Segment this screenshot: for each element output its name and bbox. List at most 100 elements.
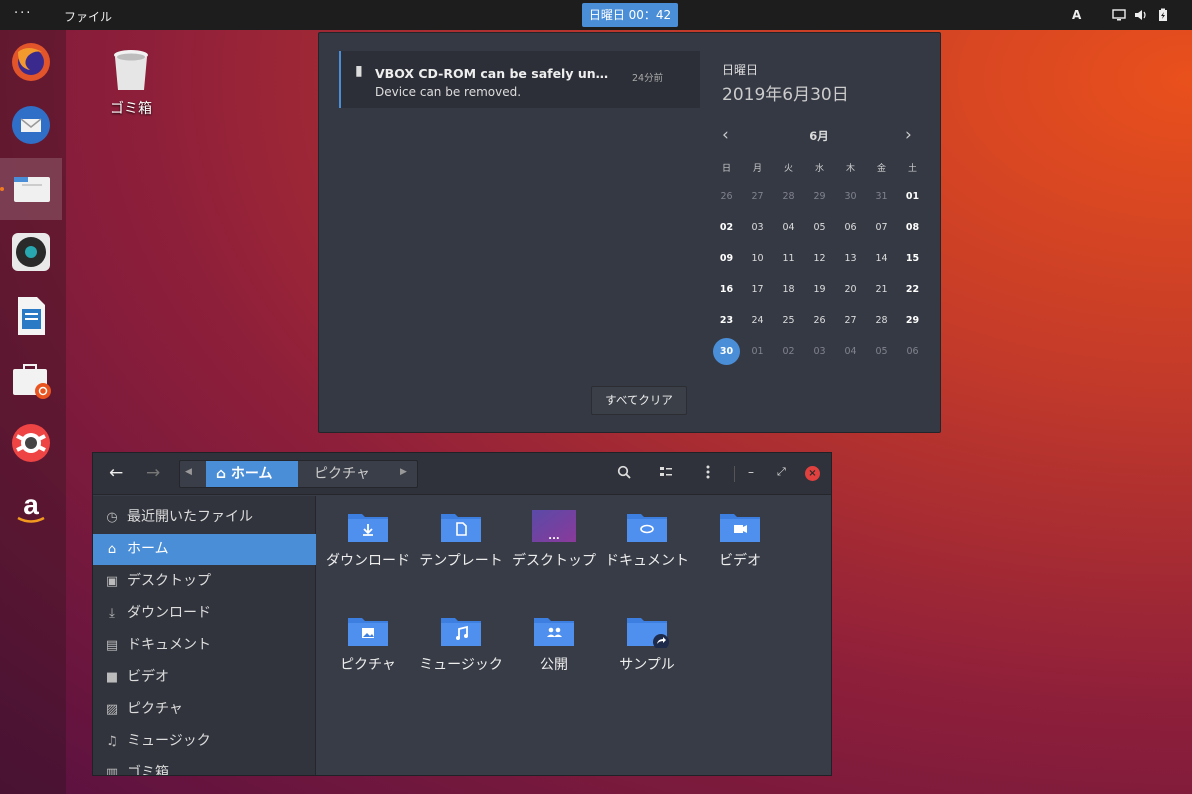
close-button[interactable]: × — [805, 466, 820, 481]
calendar-day[interactable]: 23 — [711, 315, 742, 326]
calendar-day[interactable]: 11 — [773, 253, 804, 264]
calendar-day[interactable]: 07 — [866, 222, 897, 233]
calendar-day-label: 15 — [905, 253, 920, 264]
calendar-day[interactable]: 01 — [897, 191, 928, 202]
calendar-day[interactable]: 05 — [804, 222, 835, 233]
calendar-day[interactable]: 18 — [773, 284, 804, 295]
view-toggle-button[interactable] — [659, 465, 673, 483]
folder-item[interactable]: サンプル — [603, 602, 691, 677]
calendar-day[interactable]: 03 — [804, 346, 835, 357]
forward-button[interactable]: → — [146, 463, 160, 483]
sidebar-item[interactable]: ▣ デスクトップ — [93, 566, 316, 597]
folder-item[interactable]: 公開 — [510, 602, 598, 677]
folder-item[interactable]: ... デスクトップ — [510, 498, 598, 573]
path-scroll-right-icon[interactable]: ▶ — [400, 467, 407, 477]
calendar-day[interactable]: 06 — [835, 222, 866, 233]
minimize-button[interactable]: – — [748, 465, 754, 479]
sidebar-item[interactable]: ◷ 最近開いたファイル — [93, 502, 316, 533]
sidebar-item[interactable]: ⌂ ホーム — [93, 534, 316, 565]
calendar-day[interactable]: 31 — [866, 191, 897, 202]
maximize-button[interactable]: ⤢ — [777, 465, 786, 479]
calendar-day[interactable]: 06 — [897, 346, 928, 357]
folder-item[interactable]: ミュージック — [417, 602, 505, 677]
calendar-day-today[interactable]: 30 — [711, 338, 742, 365]
folder-item[interactable]: ピクチャ — [324, 602, 412, 677]
calendar-day[interactable]: 14 — [866, 253, 897, 264]
calendar-day[interactable]: 28 — [773, 191, 804, 202]
calendar-day[interactable]: 09 — [711, 253, 742, 264]
sidebar-item[interactable]: ■ ビデオ — [93, 662, 316, 693]
calendar-day[interactable]: 27 — [742, 191, 773, 202]
sidebar-item[interactable]: ▥ ゴミ箱 — [93, 758, 316, 775]
dock-rhythmbox[interactable] — [0, 221, 62, 283]
dock-firefox[interactable] — [0, 31, 62, 93]
calendar-day[interactable]: 05 — [866, 346, 897, 357]
activities-button[interactable]: ··· — [14, 6, 32, 21]
previous-month-button[interactable]: ‹ — [722, 125, 729, 145]
search-button[interactable] — [617, 465, 631, 483]
clock-button[interactable]: 日曜日 00：42 — [582, 3, 678, 27]
calendar-day-label: 29 — [905, 315, 920, 326]
app-menu[interactable]: ファイル — [64, 8, 112, 25]
sidebar-item[interactable]: ♫ ミュージック — [93, 726, 316, 757]
calendar-day[interactable]: 24 — [742, 315, 773, 326]
folder-item[interactable]: テンプレート — [417, 498, 505, 573]
dock-writer[interactable] — [0, 285, 62, 347]
next-month-button[interactable]: › — [905, 125, 912, 145]
calendar-day[interactable]: 28 — [866, 315, 897, 326]
menu-button[interactable] — [701, 465, 715, 483]
folder-item[interactable]: ビデオ — [696, 498, 784, 573]
calendar-day[interactable]: 26 — [804, 315, 835, 326]
calendar-day[interactable]: 04 — [773, 222, 804, 233]
calendar-day[interactable]: 03 — [742, 222, 773, 233]
path-segment-pictures[interactable]: ピクチャ — [314, 461, 370, 487]
calendar-day[interactable]: 12 — [804, 253, 835, 264]
calendar-day[interactable]: 26 — [711, 191, 742, 202]
calendar-day[interactable]: 13 — [835, 253, 866, 264]
calendar-day[interactable]: 01 — [742, 346, 773, 357]
calendar-day[interactable]: 20 — [835, 284, 866, 295]
desktop-trash-label: ゴミ箱 — [110, 101, 152, 117]
calendar-day[interactable]: 30 — [835, 191, 866, 202]
calendar-day[interactable]: 22 — [897, 284, 928, 295]
calendar-day[interactable]: 15 — [897, 253, 928, 264]
calendar-day[interactable]: 08 — [897, 222, 928, 233]
calendar-day[interactable]: 16 — [711, 284, 742, 295]
dock-files[interactable] — [0, 158, 62, 220]
dock-thunderbird[interactable] — [0, 94, 62, 156]
sidebar-item[interactable]: ▤ ドキュメント — [93, 630, 316, 661]
calendar-full-date[interactable]: 2019年6月30日 — [722, 80, 849, 105]
calendar-day[interactable]: 02 — [711, 222, 742, 233]
calendar-day-label: 04 — [844, 346, 857, 357]
calendar-day[interactable]: 21 — [866, 284, 897, 295]
calendar-day[interactable]: 04 — [835, 346, 866, 357]
back-button[interactable]: ← — [109, 463, 123, 483]
dock-amazon[interactable]: a — [0, 476, 62, 538]
calendar-day[interactable]: 10 — [742, 253, 773, 264]
sidebar-item[interactable]: ▨ ピクチャ — [93, 694, 316, 725]
system-tray[interactable] — [1112, 8, 1170, 22]
dock-software[interactable] — [0, 348, 62, 410]
calendar-day[interactable]: 02 — [773, 346, 804, 357]
folder-item[interactable]: ドキュメント — [603, 498, 691, 573]
calendar-day[interactable]: 25 — [773, 315, 804, 326]
calendar-day-name[interactable]: 日曜日 — [722, 61, 758, 78]
calendar-day[interactable]: 29 — [804, 191, 835, 202]
calendar-day-label: 06 — [906, 346, 919, 357]
sidebar-item[interactable]: ⤓ ダウンロード — [93, 598, 316, 629]
desktop-trash[interactable]: ゴミ箱 — [98, 48, 164, 118]
notification[interactable]: ▮ VBOX CD-ROM can be safely unplugged 24… — [339, 51, 700, 108]
clear-all-button[interactable]: すべてクリア — [591, 386, 687, 415]
home-icon: ⌂ — [216, 466, 231, 482]
path-segment-home[interactable]: ⌂ ホーム — [206, 461, 298, 487]
folder-item[interactable]: ダウンロード — [324, 498, 412, 573]
calendar-day[interactable]: 17 — [742, 284, 773, 295]
sidebar-item-label: デスクトップ — [127, 573, 211, 589]
path-scroll-left-icon[interactable]: ◀ — [185, 467, 192, 477]
calendar-day-label: 01 — [905, 191, 920, 202]
calendar-day[interactable]: 27 — [835, 315, 866, 326]
keyboard-layout-indicator[interactable]: A — [1072, 8, 1081, 22]
calendar-day[interactable]: 19 — [804, 284, 835, 295]
calendar-day[interactable]: 29 — [897, 315, 928, 326]
dock-help[interactable] — [0, 412, 62, 474]
